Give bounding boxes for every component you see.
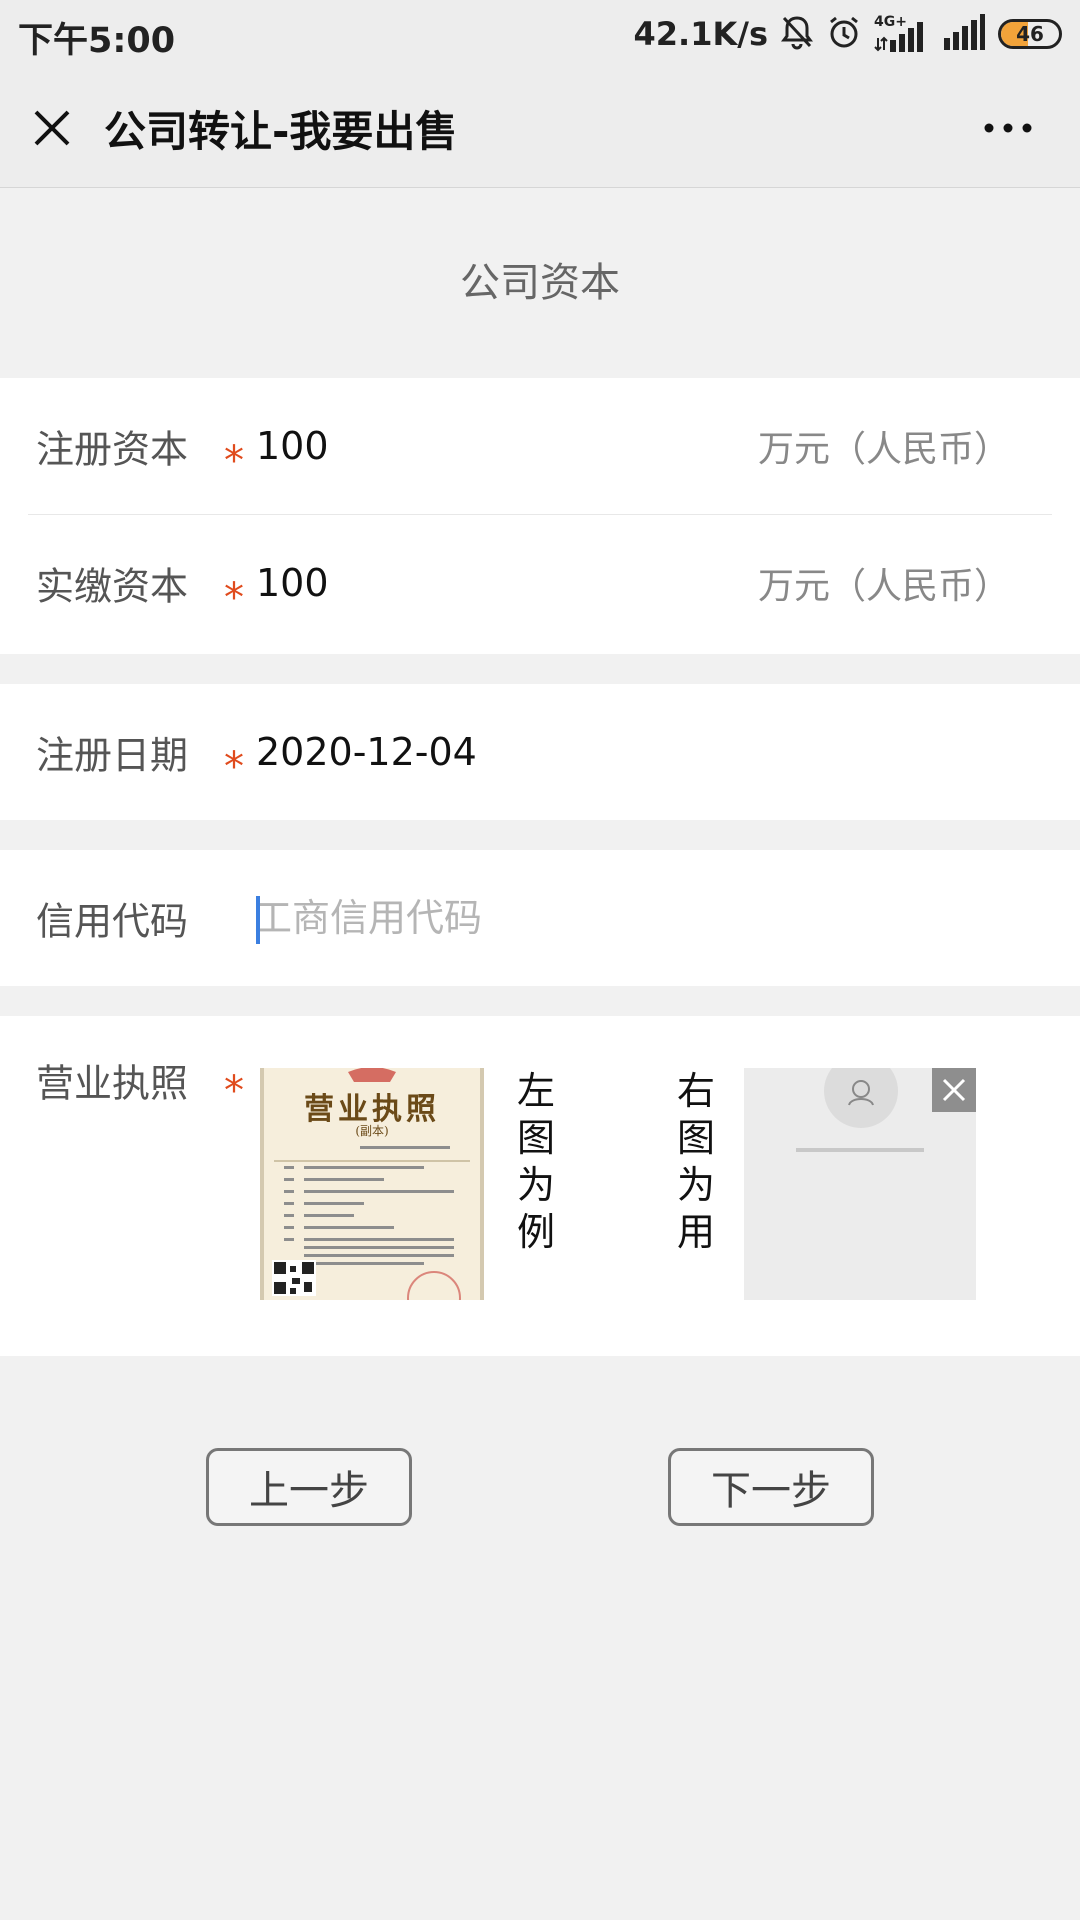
- mute-bell-icon: [780, 14, 814, 54]
- signal-4g-icon: 4G+: [874, 14, 930, 54]
- status-indicators: 42.1K/s 4G+ 46: [634, 12, 1062, 56]
- license-example-image: 营业执照 (副本): [260, 1068, 484, 1300]
- registration-date-card: 注册日期 * 2020-12-04: [0, 684, 1080, 820]
- status-time: 下午5:00: [18, 21, 176, 61]
- more-dots-icon: [984, 123, 1032, 133]
- remove-image-button[interactable]: [932, 1068, 976, 1112]
- required-star: *: [224, 438, 244, 484]
- battery-icon: 46: [998, 19, 1062, 49]
- battery-level-text: 46: [1016, 22, 1044, 46]
- required-star: *: [224, 1068, 244, 1114]
- credit-code-row: 信用代码: [0, 850, 1080, 986]
- left-image-note: 左图为例: [516, 1069, 555, 1254]
- close-button[interactable]: [26, 102, 78, 154]
- more-options-button[interactable]: [978, 108, 1038, 148]
- paid-in-capital-unit: 万元（人民币）: [757, 566, 1010, 607]
- signal-strength-icon: [942, 12, 986, 56]
- registration-date-label: 注册日期: [36, 733, 189, 778]
- text-cursor: [256, 896, 260, 944]
- user-icon: [848, 1080, 874, 1106]
- business-license-label: 营业执照: [36, 1061, 189, 1106]
- required-star: *: [224, 575, 244, 621]
- paid-in-capital-value[interactable]: 100: [256, 561, 329, 605]
- registered-capital-value[interactable]: 100: [256, 424, 329, 468]
- capital-card: 注册资本 * 100 万元（人民币） 实缴资本 * 100 万元（人民币）: [0, 378, 1080, 654]
- registration-date-row[interactable]: 注册日期 * 2020-12-04: [0, 684, 1080, 820]
- avatar-placeholder: [824, 1068, 898, 1128]
- paid-in-capital-row[interactable]: 实缴资本 * 100 万元（人民币）: [0, 515, 1080, 651]
- license-example-subtitle: (副本): [355, 1124, 389, 1138]
- alarm-clock-icon: [826, 14, 862, 54]
- paid-in-capital-label: 实缴资本: [36, 564, 189, 609]
- network-speed: 42.1K/s: [633, 15, 768, 53]
- required-star: *: [224, 744, 244, 790]
- registered-capital-unit: 万元（人民币）: [757, 429, 1010, 470]
- registered-capital-row[interactable]: 注册资本 * 100 万元（人民币）: [0, 378, 1080, 514]
- status-bar: 下午5:00 42.1K/s 4G+ 46: [0, 0, 1080, 68]
- previous-step-button[interactable]: 上一步: [206, 1448, 412, 1526]
- nav-bar: 公司转让-我要出售: [0, 68, 1080, 188]
- page-title: 公司转让-我要出售: [104, 107, 458, 156]
- credit-code-input[interactable]: [254, 890, 1014, 946]
- right-image-note: 右图为用: [676, 1069, 715, 1254]
- credit-code-card: 信用代码: [0, 850, 1080, 986]
- next-step-button[interactable]: 下一步: [668, 1448, 874, 1526]
- close-icon: [34, 110, 70, 146]
- credit-code-label: 信用代码: [36, 899, 189, 944]
- registered-capital-label: 注册资本: [36, 427, 189, 472]
- close-icon: [942, 1078, 966, 1102]
- blurred-caption: [796, 1148, 924, 1152]
- section-title: 公司资本: [460, 260, 620, 306]
- registration-date-value[interactable]: 2020-12-04: [256, 730, 477, 774]
